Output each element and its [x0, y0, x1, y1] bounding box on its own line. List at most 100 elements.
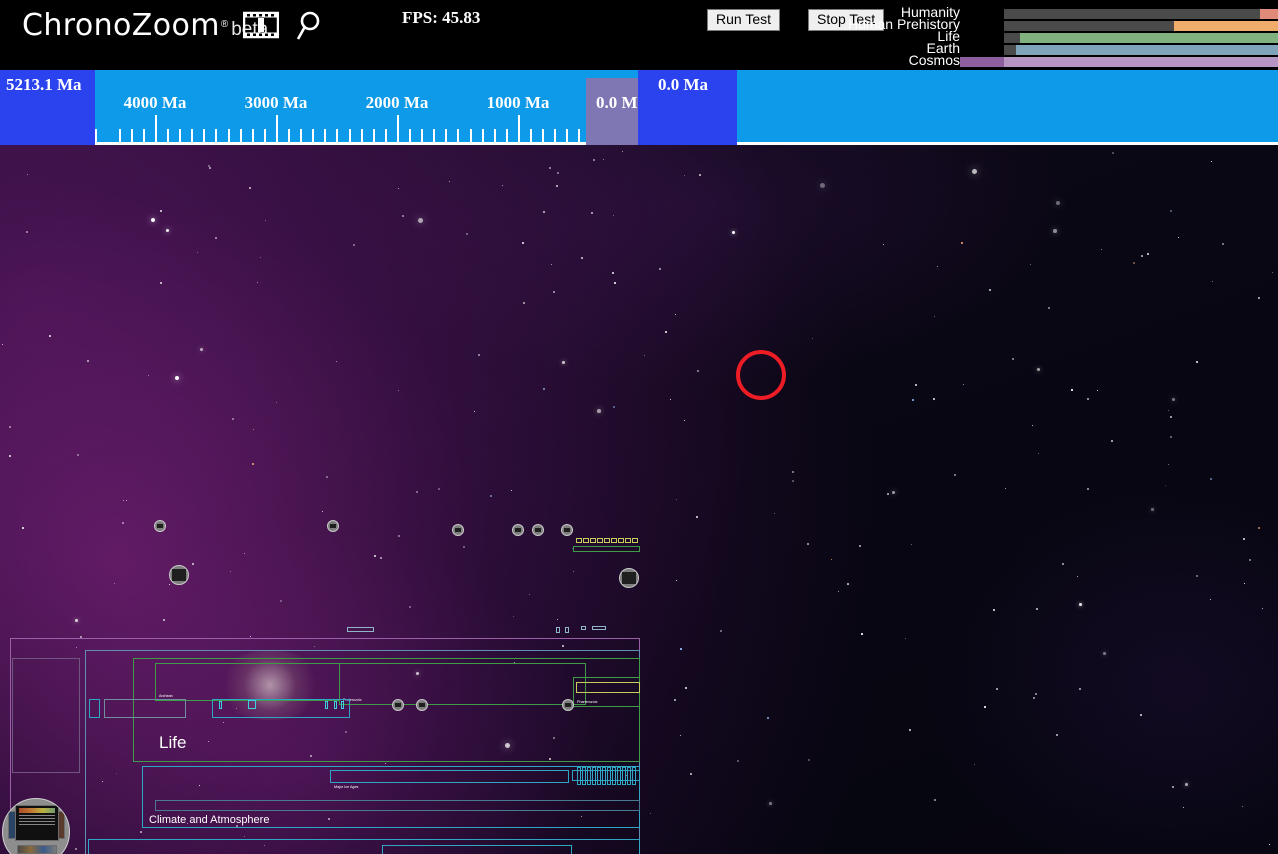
regime-minimap[interactable]: Humanity Human Prehistory Life Earth Cosmos	[848, 0, 1278, 70]
impact-exhibit-bubble[interactable]	[562, 699, 574, 711]
phanerozoic-period[interactable]	[590, 538, 596, 543]
timeline-phanerozoic-label: Phanerozoic	[577, 699, 598, 704]
phanerozoic-period[interactable]	[576, 538, 582, 543]
exhibit-bubble[interactable]	[532, 524, 544, 536]
exhibit-bubble[interactable]	[452, 524, 464, 536]
climate-event[interactable]	[565, 627, 569, 633]
run-test-button[interactable]: Run Test	[707, 9, 780, 31]
exhibit-bubble-large[interactable]	[169, 565, 189, 585]
impact-exhibit-bubble[interactable]	[392, 699, 404, 711]
exhibit-bubble[interactable]	[154, 520, 166, 532]
timeline-major-ice-ages[interactable]: Major Ice Ages	[330, 770, 569, 789]
climate-event[interactable]	[347, 627, 374, 632]
impact-event[interactable]	[334, 701, 337, 709]
axis-minor-tick	[228, 129, 230, 143]
impact-group[interactable]	[212, 699, 350, 718]
climate-event[interactable]	[556, 627, 560, 633]
magnifier-icon[interactable]	[296, 10, 326, 42]
regime-bar-humanity[interactable]	[1260, 9, 1278, 19]
noop[interactable]	[768, 145, 770, 147]
phanerozoic-period[interactable]	[625, 538, 631, 543]
star	[1210, 478, 1213, 481]
phanerozoic-period[interactable]	[611, 538, 617, 543]
app-logo[interactable]: ChronoZoom ® beta	[22, 8, 268, 43]
star	[260, 257, 261, 258]
regime-bar-human-prehistory[interactable]	[1173, 21, 1278, 31]
star	[915, 384, 917, 386]
climate-event[interactable]	[592, 626, 606, 630]
regime-bar-cosmos-extension[interactable]	[960, 57, 1004, 67]
regime-bars[interactable]	[960, 4, 1278, 68]
regime-bar-life[interactable]	[1020, 33, 1278, 43]
climate-event[interactable]	[581, 626, 586, 630]
phanerozoic-period[interactable]	[597, 538, 603, 543]
timeline-phanerozoic-periods[interactable]	[576, 682, 640, 693]
star	[937, 266, 939, 268]
impact-event[interactable]	[219, 701, 222, 709]
geologic-tick[interactable]	[632, 767, 636, 785]
impact-event[interactable]	[341, 701, 344, 709]
exhibit-bubble-large[interactable]	[619, 568, 639, 588]
timeline-large-meteorite-craters[interactable]: 3 Large Meteorite Craters	[382, 845, 572, 854]
axis-label: 4000 Ma	[123, 93, 187, 112]
timeline-left-fragment[interactable]	[12, 658, 80, 773]
geologic-tick[interactable]	[587, 767, 591, 785]
geologic-tick[interactable]	[627, 767, 631, 785]
impact-event[interactable]	[248, 700, 256, 709]
noop[interactable]	[707, 145, 709, 147]
noop[interactable]	[802, 145, 804, 147]
geologic-tick[interactable]	[617, 767, 621, 785]
star	[122, 522, 124, 524]
timeline-proterozoic[interactable]: Proterozoic	[339, 663, 586, 705]
star	[466, 233, 469, 236]
phanerozoic-period[interactable]	[604, 538, 610, 543]
star	[478, 354, 480, 356]
geologic-tick[interactable]	[597, 767, 601, 785]
geologic-tick[interactable]	[612, 767, 616, 785]
star	[1133, 262, 1136, 265]
axis-minor-tick	[530, 129, 532, 143]
phanerozoic-period[interactable]	[618, 538, 624, 543]
axis-minor-tick	[349, 129, 351, 143]
phanerozoic-period[interactable]	[632, 538, 638, 543]
noop[interactable]	[835, 145, 837, 147]
geologic-tick[interactable]	[607, 767, 611, 785]
regime-bar-cosmos[interactable]	[1004, 57, 1278, 67]
exhibit-bubble[interactable]	[561, 524, 573, 536]
geologic-tick[interactable]	[622, 767, 626, 785]
star	[474, 411, 475, 412]
thumbnail-preview	[535, 528, 541, 532]
star	[792, 480, 794, 482]
star	[720, 630, 722, 632]
impact-exhibit-bubble[interactable]	[416, 699, 428, 711]
phanerozoic-period[interactable]	[583, 538, 589, 543]
exhibit-bubble[interactable]	[327, 520, 339, 532]
timeline-climate-bar[interactable]	[155, 800, 640, 811]
impact-group[interactable]	[104, 699, 186, 718]
geologic-tick[interactable]	[592, 767, 596, 785]
axis-minor-tick	[324, 129, 326, 143]
timeline-archean[interactable]: Archean	[155, 663, 340, 701]
star	[1101, 249, 1102, 250]
noop[interactable]	[735, 145, 737, 147]
exhibit-bubble[interactable]	[512, 524, 524, 536]
phanerozoic-subrow[interactable]	[573, 546, 640, 552]
impact-marker[interactable]	[89, 699, 100, 718]
geologic-tick[interactable]	[582, 767, 586, 785]
star	[1258, 297, 1260, 299]
star	[27, 174, 29, 176]
timeline-canvas[interactable]: Life Archean Proterozoic Phanerozoic Cli…	[0, 145, 1278, 854]
star	[252, 463, 254, 465]
star	[1087, 488, 1089, 490]
star	[887, 493, 889, 495]
star	[581, 257, 583, 259]
impact-event[interactable]	[325, 701, 328, 709]
geologic-tick[interactable]	[602, 767, 606, 785]
geologic-tick[interactable]	[577, 767, 581, 785]
thumbnail-preview	[515, 528, 521, 532]
film-strip-icon[interactable]	[242, 10, 280, 40]
star	[1170, 436, 1173, 439]
star	[996, 688, 998, 690]
star	[593, 159, 596, 162]
regime-bar-earth[interactable]	[1016, 45, 1278, 55]
